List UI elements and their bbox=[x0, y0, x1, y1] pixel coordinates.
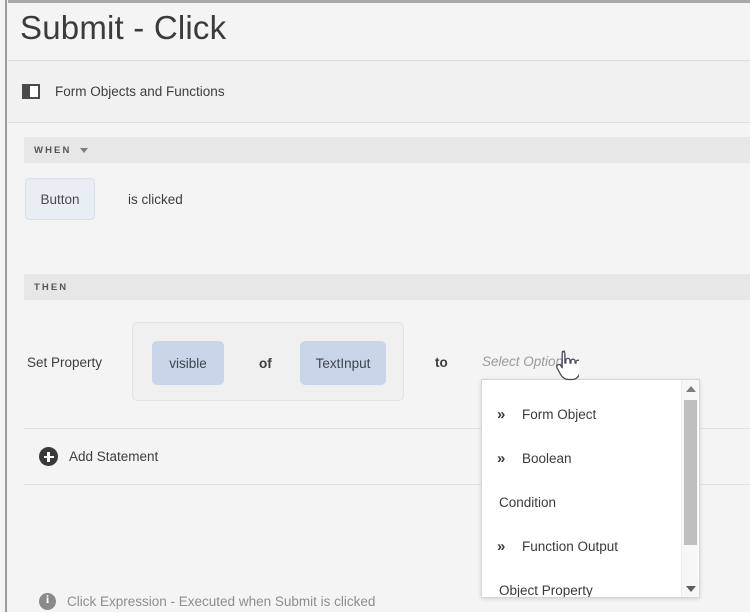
dropdown-item-label: Boolean bbox=[522, 450, 572, 466]
info-icon bbox=[39, 592, 56, 610]
dropdown-item-condition[interactable]: Condition bbox=[482, 480, 682, 524]
dropdown-item-boolean[interactable]: » Boolean bbox=[482, 436, 682, 480]
connector-to-label: to bbox=[435, 355, 448, 370]
scroll-down-arrow-icon[interactable] bbox=[682, 580, 699, 597]
dropdown-scrollbar[interactable] bbox=[681, 380, 699, 597]
section-header-label: Form Objects and Functions bbox=[55, 84, 225, 99]
title-bar: Submit - Click bbox=[8, 3, 750, 60]
double-chevron-right-icon: » bbox=[497, 405, 505, 423]
scrollbar-thumb[interactable] bbox=[684, 400, 697, 545]
when-row: Button is clicked bbox=[24, 163, 750, 269]
object-chip[interactable]: TextInput bbox=[300, 341, 386, 385]
add-statement-label: Add Statement bbox=[69, 449, 159, 464]
double-chevron-right-icon: » bbox=[497, 449, 505, 467]
then-band[interactable]: THEN bbox=[24, 274, 750, 300]
dropdown-item-label: Form Object bbox=[522, 406, 597, 422]
property-chip[interactable]: visible bbox=[152, 341, 224, 385]
page-title: Submit - Click bbox=[20, 9, 227, 46]
expression-editor-window: Submit - Click Form Objects and Function… bbox=[0, 0, 750, 612]
double-chevron-right-icon: » bbox=[497, 537, 505, 555]
property-expression-group: visible of TextInput bbox=[132, 322, 404, 401]
dropdown-item-function-output[interactable]: » Function Output bbox=[482, 524, 682, 568]
panel-icon bbox=[22, 84, 40, 99]
connector-of-label: of bbox=[259, 356, 272, 371]
dropdown-item-label: Object Property bbox=[499, 582, 593, 598]
chevron-down-icon[interactable] bbox=[80, 147, 89, 153]
set-property-label: Set Property bbox=[27, 355, 103, 370]
section-header-form-objects-and-functions[interactable]: Form Objects and Functions bbox=[8, 61, 750, 123]
when-object-chip[interactable]: Button bbox=[25, 178, 95, 220]
when-band[interactable]: WHEN bbox=[24, 137, 750, 163]
dropdown-item-label: Function Output bbox=[522, 538, 619, 554]
when-event-text: is clicked bbox=[128, 192, 183, 207]
footer-note-label: Click Expression - Executed when Submit … bbox=[67, 593, 376, 609]
plus-circle-icon bbox=[39, 447, 58, 466]
value-options-dropdown[interactable]: » Form Object » Boolean Condition » Func… bbox=[481, 379, 700, 598]
dropdown-list: » Form Object » Boolean Condition » Func… bbox=[482, 380, 682, 598]
dropdown-item-label: Condition bbox=[499, 494, 557, 510]
dropdown-item-form-object[interactable]: » Form Object bbox=[482, 392, 682, 436]
window-left-border bbox=[5, 0, 7, 612]
scroll-up-arrow-icon[interactable] bbox=[682, 380, 699, 397]
dropdown-item-object-property[interactable]: Object Property bbox=[482, 568, 682, 598]
then-band-label: THEN bbox=[34, 281, 69, 293]
when-band-label: WHEN bbox=[34, 144, 72, 156]
value-select-input[interactable]: Select Option bbox=[482, 354, 563, 369]
